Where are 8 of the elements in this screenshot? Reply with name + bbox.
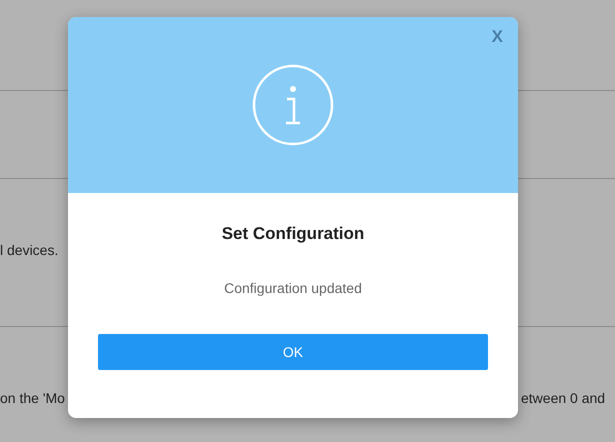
body-text: on the 'Mo (0, 390, 65, 406)
dialog-message: Configuration updated (224, 280, 362, 296)
info-icon (252, 64, 334, 146)
body-text: etween 0 and (521, 390, 606, 406)
close-button[interactable]: X (492, 27, 503, 47)
ok-button[interactable]: OK (98, 334, 488, 370)
body-text: l devices. (0, 242, 58, 258)
dialog-title: Set Configuration (222, 224, 364, 244)
